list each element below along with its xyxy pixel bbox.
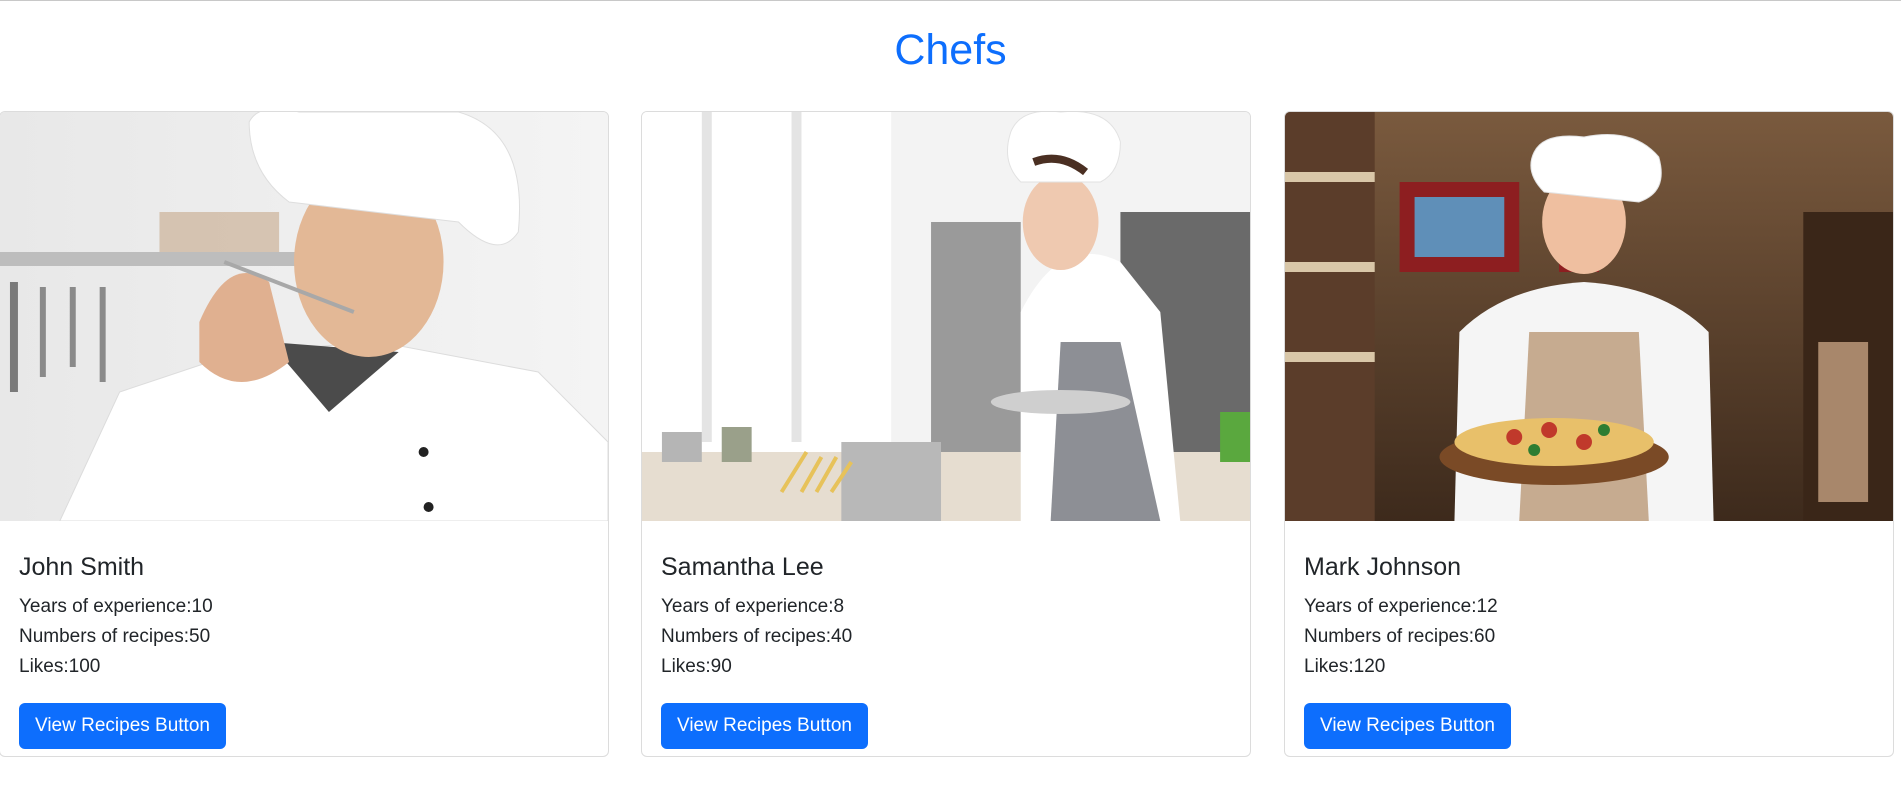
chef-photo xyxy=(0,112,608,521)
chef-card: Mark Johnson Years of experience:12 Numb… xyxy=(1284,111,1894,757)
chef-cards-row: John Smith Years of experience:10 Number… xyxy=(0,111,1901,759)
chef-card: John Smith Years of experience:10 Number… xyxy=(0,111,609,757)
chef-name: Samantha Lee xyxy=(661,553,824,581)
chef-photo xyxy=(642,112,1250,521)
view-recipes-button[interactable]: View Recipes Button xyxy=(1304,703,1511,749)
top-divider xyxy=(0,0,1901,1)
chef-card: Samantha Lee Years of experience:8 Numbe… xyxy=(641,111,1251,757)
chef-name: Mark Johnson xyxy=(1304,553,1462,581)
years-of-experience: Years of experience:12 xyxy=(1304,596,1498,617)
number-of-recipes: Numbers of recipes:40 xyxy=(661,626,853,647)
years-of-experience: Years of experience:10 xyxy=(19,596,213,617)
likes-count: Likes:120 xyxy=(1304,656,1386,677)
view-recipes-button[interactable]: View Recipes Button xyxy=(661,703,868,749)
number-of-recipes: Numbers of recipes:60 xyxy=(1304,626,1496,647)
likes-count: Likes:90 xyxy=(661,656,732,677)
view-recipes-button[interactable]: View Recipes Button xyxy=(19,703,226,749)
years-of-experience: Years of experience:8 xyxy=(661,596,845,617)
chef-name: John Smith xyxy=(19,553,145,581)
likes-count: Likes:100 xyxy=(19,656,101,677)
chef-photo xyxy=(1285,112,1893,521)
page-title: Chefs xyxy=(894,25,1007,74)
page: Chefs John Smith Years of experience:10 … xyxy=(0,0,1901,796)
number-of-recipes: Numbers of recipes:50 xyxy=(19,626,211,647)
